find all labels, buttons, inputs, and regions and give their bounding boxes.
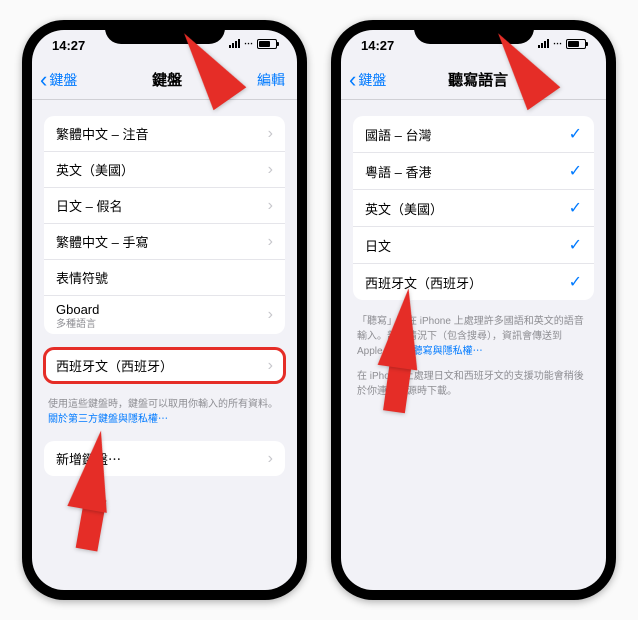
cellular-icon	[229, 39, 240, 48]
dictation-language-group: 國語 – 台灣✓ 粵語 – 香港✓ 英文（美國）✓ 日文✓ 西班牙文（西班牙）✓	[353, 116, 594, 300]
chevron-right-icon: ›	[268, 197, 273, 215]
nav-bar: 鍵盤 鍵盤 編輯	[32, 66, 297, 100]
keyboard-subtitle: 多種語言	[56, 315, 273, 330]
chevron-right-icon: ›	[268, 450, 273, 468]
check-icon: ✓	[569, 235, 582, 255]
check-icon: ✓	[569, 272, 582, 292]
content: 繁體中文 – 注音› 英文（美國）› 日文 – 假名› 繁體中文 – 手寫› 表…	[32, 100, 297, 506]
language-item[interactable]: 國語 – 台灣✓	[353, 116, 594, 152]
status-time: 14:27	[361, 38, 394, 53]
chevron-right-icon: ›	[268, 161, 273, 179]
cellular-icon	[538, 39, 549, 48]
screen-left: 14:27 ⋯ 鍵盤 鍵盤 編輯 繁體中文 – 注音› 英文（美國）› 日文 –…	[32, 30, 297, 590]
edit-button[interactable]: 編輯	[257, 70, 289, 90]
battery-icon	[257, 39, 277, 49]
nav-bar: 鍵盤 聽寫語言	[341, 66, 606, 100]
language-item[interactable]: 英文（美國）✓	[353, 189, 594, 226]
content: 國語 – 台灣✓ 粵語 – 香港✓ 英文（美國）✓ 日文✓ 西班牙文（西班牙）✓…	[341, 100, 606, 415]
status-time: 14:27	[52, 38, 85, 53]
check-icon: ✓	[569, 124, 582, 144]
keyboard-item[interactable]: 日文 – 假名›	[44, 187, 285, 223]
check-icon: ✓	[569, 161, 582, 181]
keyboard-item[interactable]: 繁體中文 – 注音›	[44, 116, 285, 151]
phone-left: 14:27 ⋯ 鍵盤 鍵盤 編輯 繁體中文 – 注音› 英文（美國）› 日文 –…	[22, 20, 307, 600]
chevron-right-icon: ›	[268, 357, 273, 375]
status-right: ⋯	[538, 38, 586, 49]
chevron-right-icon: ›	[268, 233, 273, 251]
phone-right: 14:27 ⋯ 鍵盤 聽寫語言 國語 – 台灣✓ 粵語 – 香港✓ 英文（美國）…	[331, 20, 616, 600]
back-button[interactable]: 鍵盤	[40, 70, 77, 90]
keyboard-group-highlighted: 西班牙文（西班牙）›	[44, 348, 285, 383]
keyboard-item[interactable]: 英文（美國）›	[44, 151, 285, 187]
wifi-icon: ⋯	[244, 38, 253, 49]
chevron-right-icon: ›	[268, 306, 273, 324]
check-icon: ✓	[569, 198, 582, 218]
keyboard-item-gboard[interactable]: Gboard 多種語言 ›	[44, 295, 285, 334]
back-button[interactable]: 鍵盤	[349, 70, 386, 90]
wifi-icon: ⋯	[553, 38, 562, 49]
language-item[interactable]: 日文✓	[353, 226, 594, 263]
battery-icon	[566, 39, 586, 49]
screen-right: 14:27 ⋯ 鍵盤 聽寫語言 國語 – 台灣✓ 粵語 – 香港✓ 英文（美國）…	[341, 30, 606, 590]
status-right: ⋯	[229, 38, 277, 49]
language-item[interactable]: 粵語 – 香港✓	[353, 152, 594, 189]
keyboard-item-spanish[interactable]: 西班牙文（西班牙）›	[44, 348, 285, 383]
chevron-right-icon: ›	[268, 125, 273, 143]
keyboard-item[interactable]: 表情符號	[44, 259, 285, 295]
keyboard-item[interactable]: 繁體中文 – 手寫›	[44, 223, 285, 259]
keyboard-group: 繁體中文 – 注音› 英文（美國）› 日文 – 假名› 繁體中文 – 手寫› 表…	[44, 116, 285, 334]
privacy-note: 使用這些鍵盤時，鍵盤可以取用你輸入的所有資料。關於第三方鍵盤與隱私權⋯	[44, 397, 285, 427]
privacy-link[interactable]: 關於第三方鍵盤與隱私權⋯	[48, 414, 168, 425]
